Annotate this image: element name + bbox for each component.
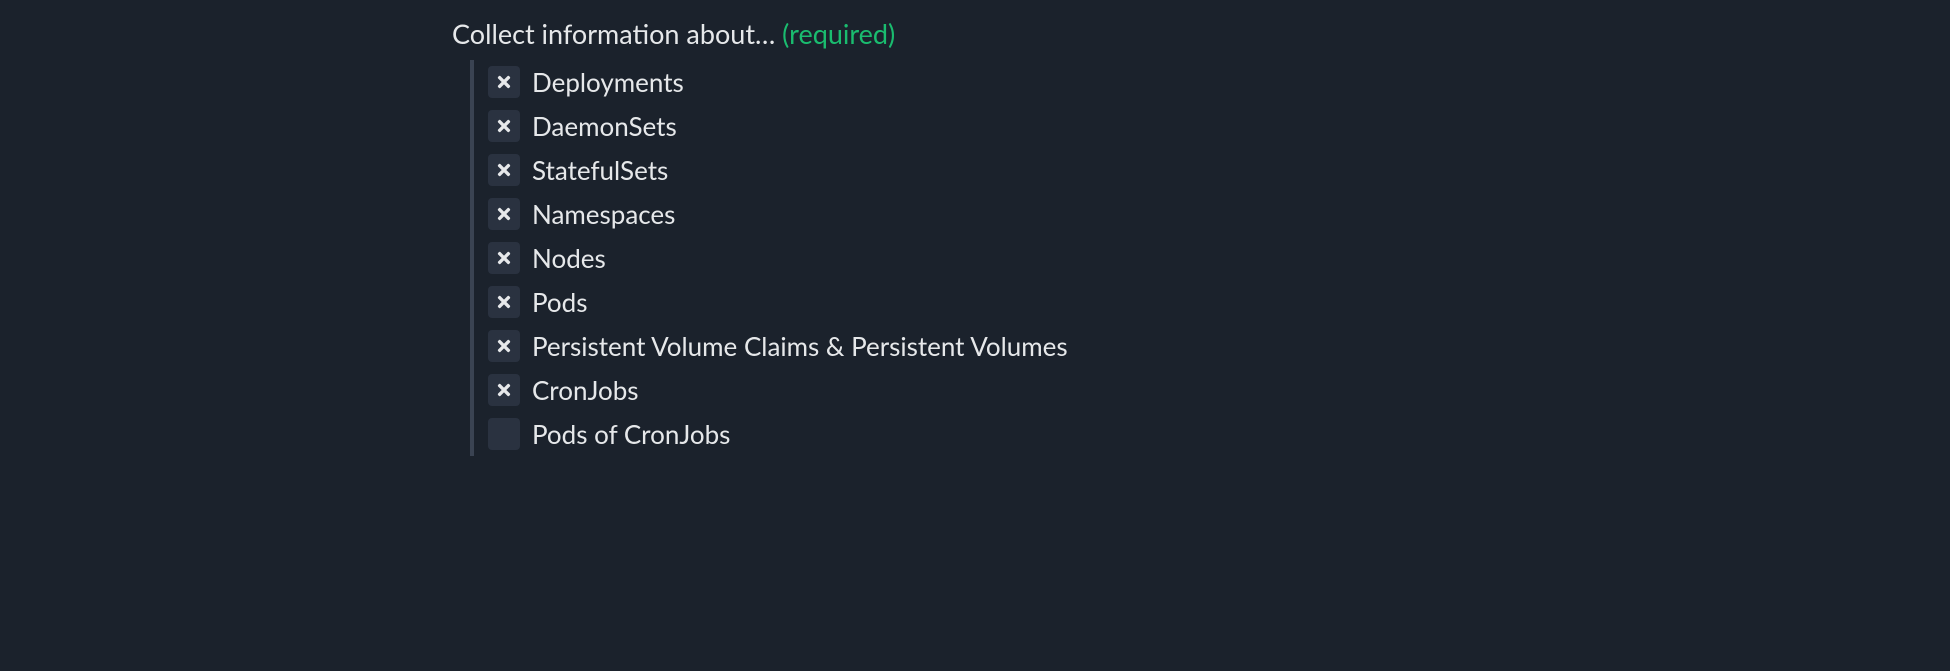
checkbox-statefulsets[interactable] — [488, 154, 520, 186]
option-pvc-pv: Persistent Volume Claims & Persistent Vo… — [488, 324, 1068, 368]
option-cronjobs: CronJobs — [488, 368, 1068, 412]
option-pods: Pods — [488, 280, 1068, 324]
x-mark-icon — [495, 293, 513, 311]
options-list: Deployments DaemonSets StatefulSets Name… — [470, 60, 1068, 456]
option-label[interactable]: Pods of CronJobs — [532, 421, 730, 447]
section-title: Collect information about… — [452, 17, 775, 50]
option-pods-of-cronjobs: Pods of CronJobs — [488, 412, 1068, 456]
option-namespaces: Namespaces — [488, 192, 1068, 236]
x-mark-icon — [495, 161, 513, 179]
x-mark-icon — [495, 205, 513, 223]
option-label[interactable]: Nodes — [532, 245, 606, 271]
option-label[interactable]: Namespaces — [532, 201, 675, 227]
checkbox-daemonsets[interactable] — [488, 110, 520, 142]
checkbox-nodes[interactable] — [488, 242, 520, 274]
x-mark-icon — [495, 73, 513, 91]
section-heading: Collect information about… (required) — [452, 18, 1068, 50]
x-mark-icon — [495, 381, 513, 399]
option-label[interactable]: Deployments — [532, 69, 684, 95]
option-label[interactable]: StatefulSets — [532, 157, 668, 183]
required-suffix: (required) — [782, 17, 895, 50]
option-label[interactable]: DaemonSets — [532, 113, 677, 139]
checkbox-pods-of-cronjobs[interactable] — [488, 418, 520, 450]
x-mark-icon — [495, 249, 513, 267]
checkbox-deployments[interactable] — [488, 66, 520, 98]
option-label[interactable]: Pods — [532, 289, 587, 315]
option-nodes: Nodes — [488, 236, 1068, 280]
option-deployments: Deployments — [488, 60, 1068, 104]
collect-info-section: Collect information about… (required) De… — [452, 18, 1068, 456]
x-mark-icon — [495, 337, 513, 355]
option-statefulsets: StatefulSets — [488, 148, 1068, 192]
checkbox-namespaces[interactable] — [488, 198, 520, 230]
checkbox-pods[interactable] — [488, 286, 520, 318]
option-label[interactable]: Persistent Volume Claims & Persistent Vo… — [532, 333, 1068, 359]
checkbox-pvc-pv[interactable] — [488, 330, 520, 362]
checkbox-cronjobs[interactable] — [488, 374, 520, 406]
option-label[interactable]: CronJobs — [532, 377, 639, 403]
option-daemonsets: DaemonSets — [488, 104, 1068, 148]
x-mark-icon — [495, 117, 513, 135]
